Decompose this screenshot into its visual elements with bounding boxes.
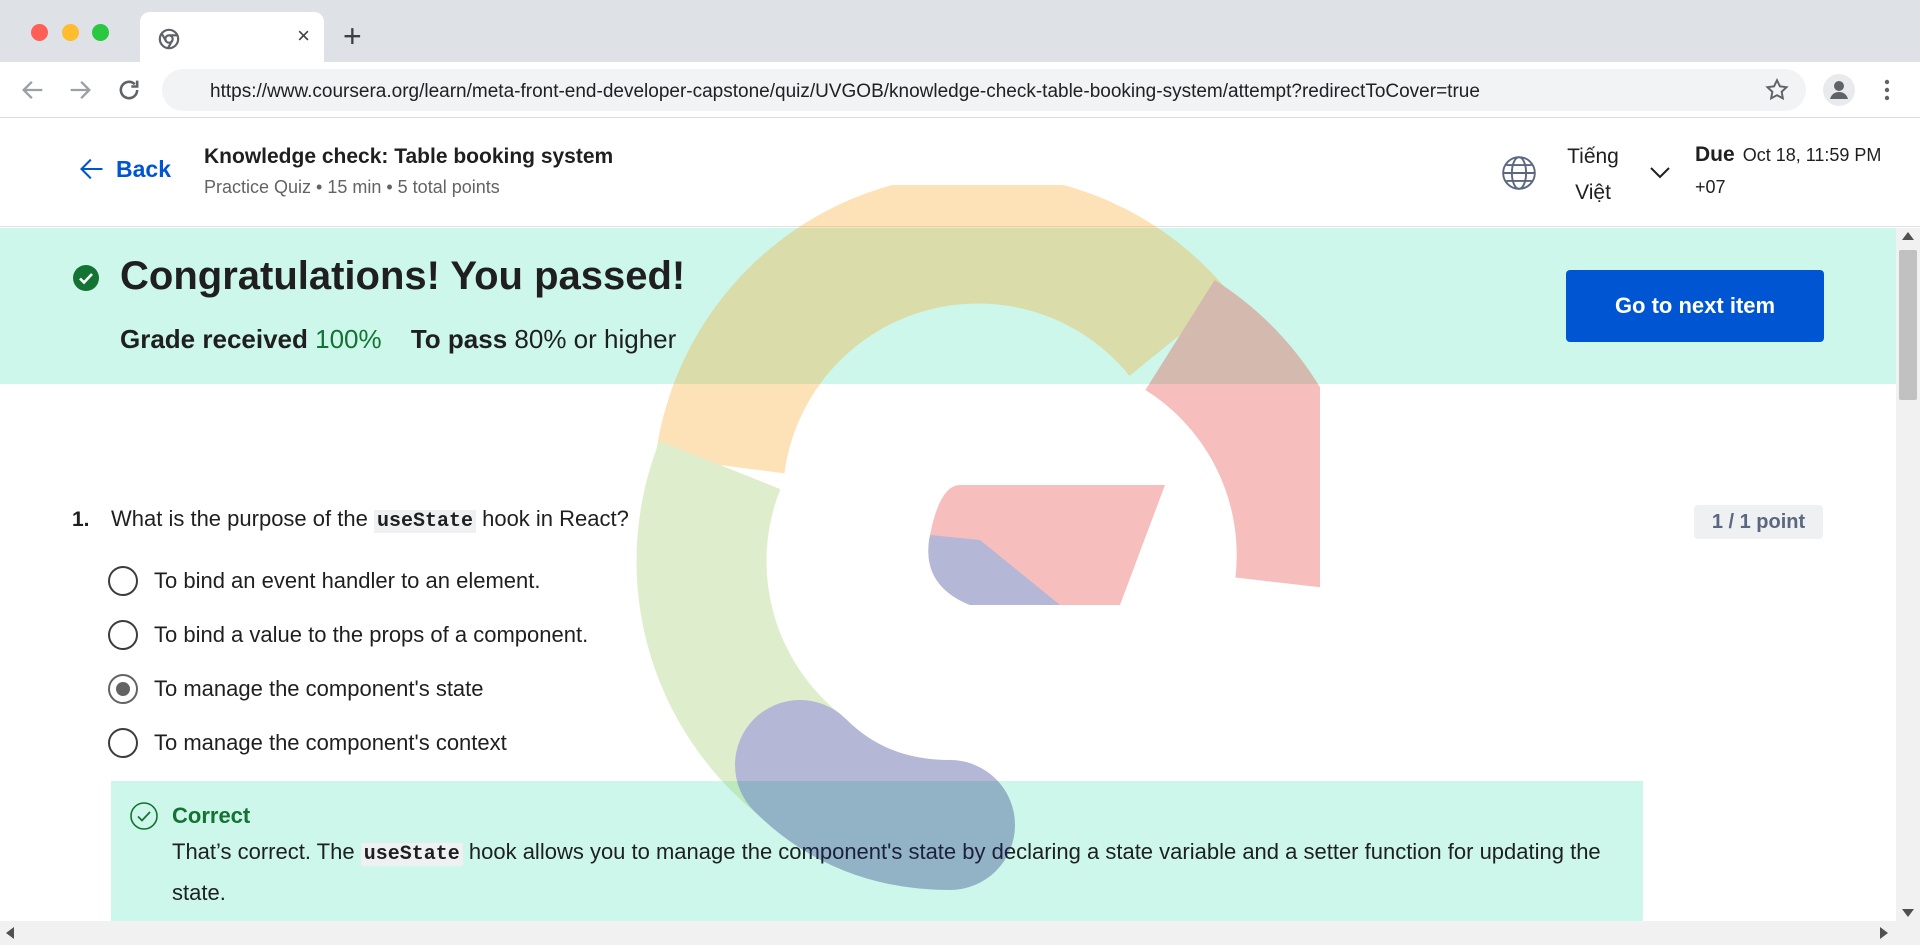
- browser-tab[interactable]: ×: [140, 12, 324, 62]
- question-text-end: hook in React?: [482, 506, 629, 531]
- radio-button[interactable]: [108, 566, 138, 596]
- window-close-button[interactable]: [31, 24, 48, 41]
- scroll-right-arrow[interactable]: [1880, 927, 1888, 939]
- grade-value: 100%: [315, 324, 382, 354]
- check-outline-icon: [130, 802, 158, 830]
- feedback-text: That’s correct. The useState hook allows…: [172, 833, 1612, 912]
- new-tab-button[interactable]: +: [343, 18, 362, 54]
- chevron-down-icon[interactable]: [1648, 163, 1672, 183]
- quiz-title: Knowledge check: Table booking system: [204, 145, 614, 168]
- option-label: To manage the component's context: [154, 730, 507, 755]
- question-text: What is the purpose of the useState hook…: [111, 506, 629, 533]
- radio-button-selected[interactable]: [108, 674, 138, 704]
- radio-button[interactable]: [108, 620, 138, 650]
- answer-option-selected[interactable]: To manage the component's state: [108, 674, 484, 704]
- browser-tab-bar: × +: [0, 0, 1920, 62]
- check-circle-icon: [73, 265, 99, 291]
- globe-icon: [1502, 156, 1536, 190]
- scroll-left-arrow[interactable]: [6, 927, 14, 939]
- chrome-icon: [158, 28, 180, 50]
- option-label: To bind an event handler to an element.: [154, 568, 541, 593]
- feedback-text-start: That’s correct. The: [172, 839, 355, 864]
- scrollbar-thumb[interactable]: [1899, 250, 1917, 400]
- option-label: To bind a value to the props of a compon…: [154, 622, 589, 647]
- points-badge: 1 / 1 point: [1694, 505, 1823, 539]
- feedback-title: Correct: [172, 803, 251, 828]
- window-minimize-button[interactable]: [62, 24, 79, 41]
- forward-arrow-icon[interactable]: [66, 76, 94, 104]
- answer-option[interactable]: To manage the component's context: [108, 728, 507, 758]
- scroll-down-arrow[interactable]: [1902, 909, 1914, 917]
- option-label: To manage the component's state: [154, 676, 484, 701]
- due-timezone: +07: [1695, 177, 1726, 197]
- browser-toolbar: https://www.coursera.org/learn/meta-fron…: [0, 62, 1920, 118]
- window-maximize-button[interactable]: [92, 24, 109, 41]
- grade-label: Grade received: [120, 324, 308, 354]
- menu-icon[interactable]: [1878, 76, 1896, 104]
- back-arrow-icon: [80, 158, 103, 180]
- back-label: Back: [116, 155, 171, 182]
- next-item-button[interactable]: Go to next item: [1566, 270, 1824, 342]
- star-icon[interactable]: [1764, 77, 1790, 103]
- quiz-header: Back Knowledge check: Table booking syst…: [0, 119, 1920, 227]
- tab-close-button[interactable]: ×: [297, 24, 310, 48]
- pass-title: Congratulations! You passed!: [120, 254, 686, 298]
- language-select[interactable]: Tiếng Việt: [1548, 139, 1638, 211]
- pass-threshold: 80% or higher: [514, 324, 677, 354]
- horizontal-scrollbar[interactable]: [0, 921, 1920, 945]
- url-text[interactable]: https://www.coursera.org/learn/meta-fron…: [210, 81, 1480, 103]
- back-link[interactable]: Back: [78, 155, 171, 183]
- grade-summary: Grade received 100% To pass 80% or highe…: [120, 324, 676, 355]
- pass-banner: Congratulations! You passed! Grade recei…: [0, 228, 1896, 384]
- question-number: 1.: [72, 508, 90, 531]
- scroll-up-arrow[interactable]: [1902, 232, 1914, 240]
- reload-icon[interactable]: [115, 76, 143, 104]
- question-text-start: What is the purpose of the: [111, 506, 368, 531]
- profile-icon[interactable]: [1823, 74, 1855, 106]
- answer-option[interactable]: To bind a value to the props of a compon…: [108, 620, 588, 650]
- answer-option[interactable]: To bind an event handler to an element.: [108, 566, 541, 596]
- due-date: Due Oct 18, 11:59 PM: [1695, 143, 1881, 167]
- vertical-scrollbar[interactable]: [1896, 228, 1920, 921]
- quiz-meta: Practice Quiz • 15 min • 5 total points: [204, 177, 500, 197]
- due-date-value: Oct 18, 11:59 PM: [1742, 145, 1882, 165]
- address-bar[interactable]: https://www.coursera.org/learn/meta-fron…: [162, 69, 1806, 111]
- radio-button[interactable]: [108, 728, 138, 758]
- feedback-box: Correct That’s correct. The useState hoo…: [111, 781, 1643, 926]
- back-arrow-icon[interactable]: [19, 76, 47, 104]
- pass-label: To pass: [410, 324, 508, 354]
- question-code: useState: [373, 510, 476, 533]
- feedback-code: useState: [360, 843, 463, 866]
- due-label: Due: [1695, 143, 1735, 166]
